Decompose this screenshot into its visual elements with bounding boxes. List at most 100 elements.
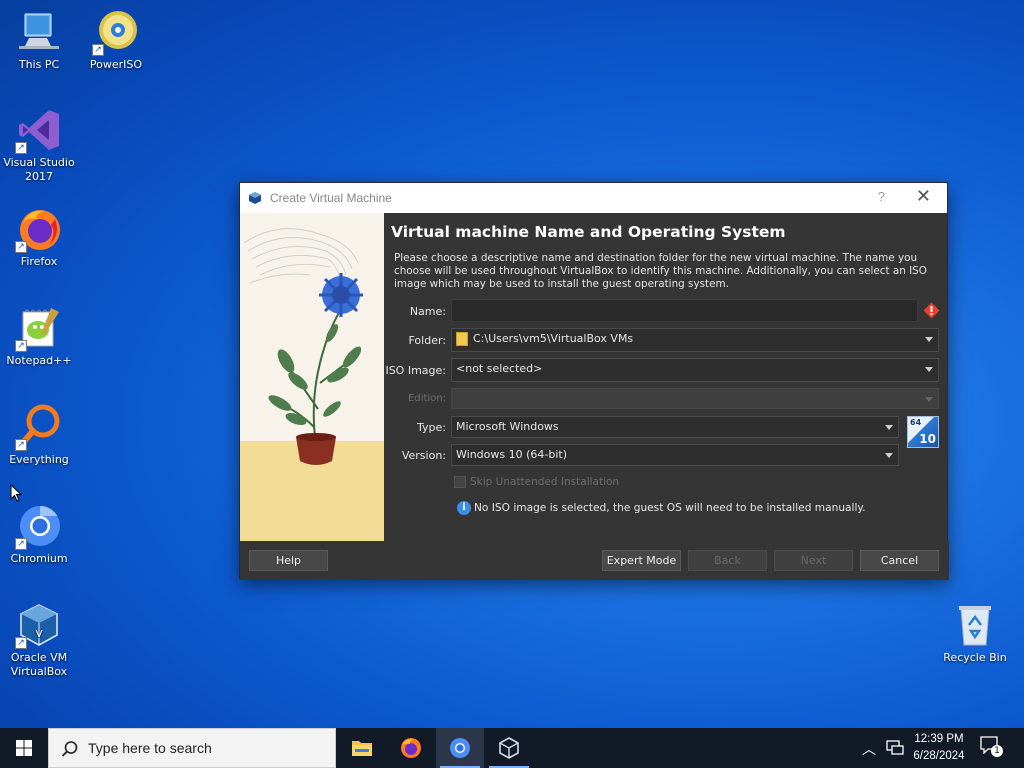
poweriso-icon: ↗ (92, 8, 140, 56)
create-vm-dialog: Create Virtual Machine ? ✕ Virtual machi… (239, 182, 949, 580)
type-select[interactable]: Microsoft Windows (451, 416, 899, 438)
this-pc-icon (15, 8, 63, 56)
help-title-button[interactable]: ? (878, 189, 885, 204)
iso-label: ISO Image: (385, 364, 446, 377)
shortcut-arrow-icon: ↗ (15, 142, 27, 154)
notepadpp-label: Notepad++ (6, 354, 72, 367)
clock-date: 6/28/2024 (913, 750, 965, 762)
type-value: Microsoft Windows (456, 420, 559, 433)
warning-icon (923, 302, 940, 322)
desktop-icon-chromium[interactable]: ↗ Chromium (1, 502, 77, 566)
recycle-bin-icon (951, 601, 999, 649)
folder-value: C:\Users\vm5\VirtualBox VMs (473, 332, 634, 345)
taskbar-firefox[interactable] (387, 728, 435, 768)
shortcut-arrow-icon: ↗ (15, 241, 27, 253)
chevron-up-icon[interactable]: ︿ (862, 739, 876, 759)
desktop-icon-everything[interactable]: ↗ Everything (1, 403, 77, 467)
search-icon (61, 741, 78, 757)
taskbar-chromium[interactable] (436, 728, 484, 768)
notification-center-button[interactable]: 1 (980, 736, 1004, 760)
shortcut-arrow-icon: ↗ (15, 538, 27, 550)
edition-label: Edition: (408, 393, 446, 404)
version-select[interactable]: Windows 10 (64-bit) (451, 444, 899, 466)
chromium-taskbar-icon (450, 738, 470, 758)
notification-count-badge: 1 (991, 745, 1003, 757)
expert-mode-button[interactable]: Expert Mode (602, 550, 681, 571)
skip-unattended-label: Skip Unattended Installation (470, 476, 620, 488)
desktop-icon-firefox[interactable]: ↗ Firefox (1, 205, 77, 269)
clock-time: 12:39 PM (914, 733, 964, 745)
recycle-bin-label: Recycle Bin (943, 651, 1007, 664)
taskbar-clock[interactable]: 12:39 PM 6/28/2024 (906, 731, 972, 765)
desktop-icon-this-pc[interactable]: This PC (1, 8, 77, 72)
help-button[interactable]: Help (249, 550, 328, 571)
back-button[interactable]: Back (688, 550, 767, 571)
shortcut-arrow-icon: ↗ (15, 340, 27, 352)
taskbar: Type here to search ︿ 12:39 PM 6/28/2024… (0, 728, 1024, 768)
os-badge-icon: 64 10 (907, 416, 939, 448)
folder-select[interactable]: C:\Users\vm5\VirtualBox VMs (451, 328, 939, 352)
chevron-down-icon (925, 367, 933, 372)
desktop-icon-poweriso[interactable]: ↗ PowerISO (78, 8, 154, 72)
desktop-icon-visual-studio[interactable]: ↗ Visual Studio 2017 (1, 106, 77, 184)
firefox-label: Firefox (20, 255, 58, 268)
page-heading: Virtual machine Name and Operating Syste… (391, 223, 786, 241)
firefox-icon: ↗ (15, 205, 63, 253)
visual-studio-label: Visual Studio 2017 (3, 156, 75, 183)
info-message: i No ISO image is selected, the guest OS … (457, 501, 866, 515)
wizard-page: Virtual machine Name and Operating Syste… (384, 213, 949, 541)
mouse-cursor-icon (10, 484, 22, 502)
taskbar-file-explorer[interactable] (338, 728, 386, 768)
os-badge-64: 64 (910, 418, 922, 427)
network-icon[interactable] (886, 740, 904, 756)
info-icon: i (457, 501, 471, 515)
windows-logo-icon (16, 740, 32, 756)
iso-value: <not selected> (456, 362, 543, 375)
desktop-icon-notepadpp[interactable]: ↗ Notepad++ (1, 304, 77, 368)
dialog-title: Create Virtual Machine (270, 191, 392, 205)
name-label: Name: (409, 305, 446, 318)
folder-icon (456, 332, 468, 346)
checkbox-box (454, 476, 466, 488)
taskbar-search-box[interactable]: Type here to search (48, 728, 336, 768)
chromium-label: Chromium (10, 552, 68, 565)
folder-label: Folder: (408, 334, 446, 347)
visual-studio-icon: ↗ (15, 106, 63, 154)
next-button[interactable]: Next (774, 550, 853, 571)
svg-text:V: V (36, 629, 43, 640)
taskbar-virtualbox[interactable] (485, 728, 533, 768)
virtualbox-small-icon (248, 191, 262, 205)
type-label: Type: (417, 421, 446, 434)
cancel-button[interactable]: Cancel (860, 550, 939, 571)
page-description: Please choose a descriptive name and des… (394, 252, 927, 290)
chevron-down-icon (925, 337, 933, 342)
wizard-illustration (240, 213, 384, 541)
dialog-title-bar[interactable]: Create Virtual Machine ? ✕ (240, 183, 947, 213)
close-icon[interactable]: ✕ (916, 186, 931, 207)
desktop-icon-recycle-bin[interactable]: Recycle Bin (937, 601, 1013, 665)
shortcut-arrow-icon: ↗ (15, 439, 27, 451)
chromium-icon: ↗ (15, 502, 63, 550)
everything-icon: ↗ (15, 403, 63, 451)
virtualbox-icon: V ↗ (15, 601, 63, 649)
chevron-down-icon (885, 425, 893, 430)
edition-select (451, 388, 939, 409)
virtualbox-taskbar-icon (499, 737, 519, 759)
file-explorer-icon (352, 741, 372, 756)
info-text: No ISO image is selected, the guest OS w… (474, 502, 866, 514)
poweriso-label: PowerISO (89, 58, 143, 71)
dialog-footer: Help Expert Mode Back Next Cancel (240, 541, 949, 580)
chevron-down-icon (925, 397, 933, 402)
desktop-icon-virtualbox[interactable]: V ↗ Oracle VM VirtualBox (1, 601, 77, 679)
os-badge-10: 10 (919, 432, 936, 446)
shortcut-arrow-icon: ↗ (92, 44, 104, 56)
version-value: Windows 10 (64-bit) (456, 448, 567, 461)
everything-label: Everything (9, 453, 69, 466)
shortcut-arrow-icon: ↗ (15, 637, 27, 649)
name-input[interactable] (451, 299, 918, 322)
virtualbox-label: Oracle VM VirtualBox (10, 651, 68, 678)
notepadpp-icon: ↗ (15, 304, 63, 352)
iso-select[interactable]: <not selected> (451, 358, 939, 382)
start-button[interactable] (0, 728, 48, 768)
search-placeholder: Type here to search (88, 740, 212, 756)
